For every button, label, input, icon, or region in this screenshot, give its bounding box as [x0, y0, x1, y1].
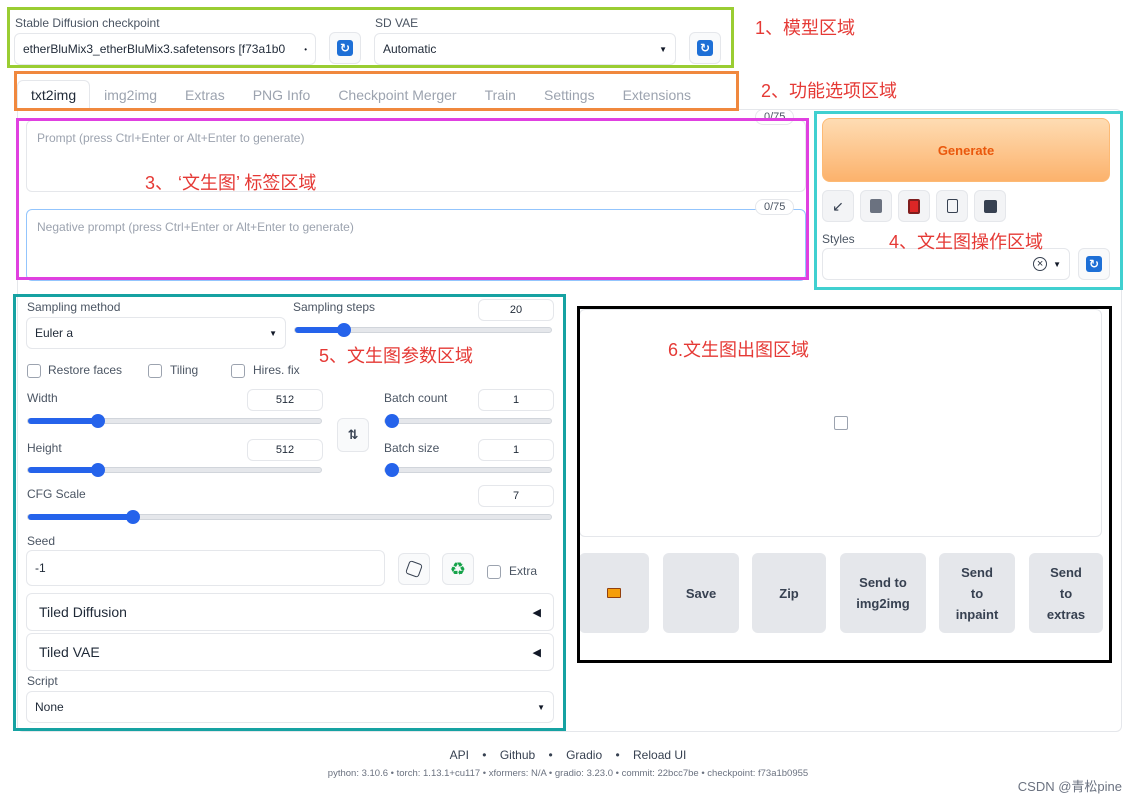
annotation-box-tabs — [14, 71, 739, 111]
annotation-prompt: 3、 ‘文生图’ 标签区域 — [145, 173, 317, 193]
footer-link-gradio[interactable]: Gradio — [566, 748, 602, 762]
annotation-box-actions — [814, 111, 1123, 290]
footer-separator: • — [548, 748, 553, 762]
annotation-box-output — [577, 306, 1112, 663]
footer-link-api[interactable]: API — [450, 748, 469, 762]
footer-versions: python: 3.10.6 • torch: 1.13.1+cu117 • x… — [327, 768, 809, 779]
annotation-model: 1、模型区域 — [755, 18, 856, 38]
annotation-box-model — [7, 7, 734, 68]
footer-link-reload-ui[interactable]: Reload UI — [633, 748, 686, 762]
annotation-box-prompt — [16, 118, 809, 280]
footer-separator: • — [615, 748, 620, 762]
footer-link-github[interactable]: Github — [500, 748, 535, 762]
annotation-tabs: 2、功能选项区域 — [761, 81, 898, 101]
annotation-params: 5、文生图参数区域 — [319, 346, 474, 366]
csdn-watermark: CSDN @青松pine — [1017, 779, 1122, 794]
footer-links: API • Github • Gradio • Reload UI — [0, 748, 1136, 762]
annotation-actions: 4、文生图操作区域 — [889, 232, 1044, 252]
footer-separator: • — [482, 748, 487, 762]
annotation-box-params — [13, 294, 566, 731]
annotation-output: 6.文生图出图区域 — [668, 340, 810, 360]
